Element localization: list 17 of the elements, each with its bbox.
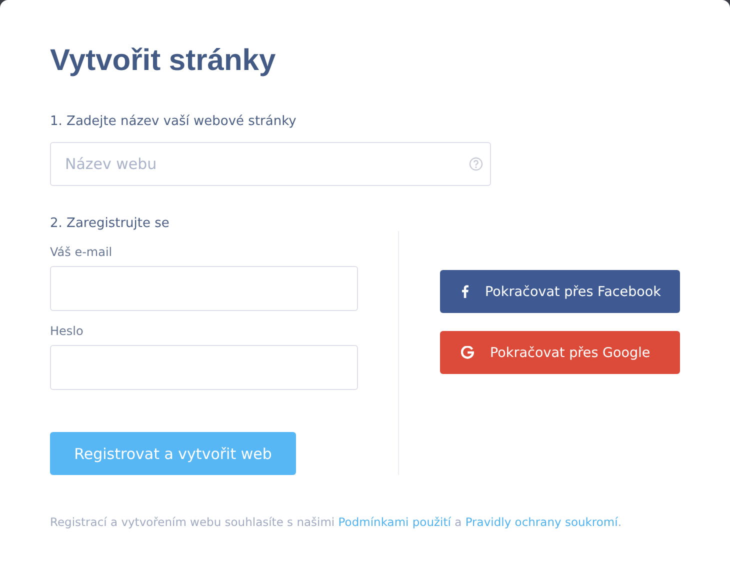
field-label: Váš e-mail	[50, 245, 114, 259]
page-title: Vytvořit stránky	[50, 44, 277, 79]
step-label: 2. Zaregistrujte se	[50, 216, 170, 231]
facebook-icon	[461, 285, 469, 298]
password-field[interactable]	[50, 345, 358, 390]
site-name-field[interactable]: Název webu	[50, 142, 491, 186]
step-label: 1. Zadejte název vaší webové stránky	[50, 114, 298, 129]
google-icon	[461, 346, 474, 359]
facebook-button[interactable]: Pokračovat přes Facebook	[440, 270, 680, 313]
google-button[interactable]: Pokračovat přes Google	[440, 331, 680, 374]
terms-link[interactable]: Podmínkami použití	[338, 515, 451, 529]
terms-text: Registrací a vytvořením webu souhlasíte s našimi Podmínkami použití a Pravidly ochrany soukromí.	[50, 515, 622, 529]
email-field[interactable]	[50, 266, 358, 311]
field-label: Heslo	[50, 324, 84, 338]
terms-link[interactable]: Pravidly ochrany soukromí	[465, 515, 618, 529]
help-icon[interactable]	[469, 157, 483, 171]
register-button[interactable]: Registrovat a vytvořit web	[50, 432, 296, 475]
